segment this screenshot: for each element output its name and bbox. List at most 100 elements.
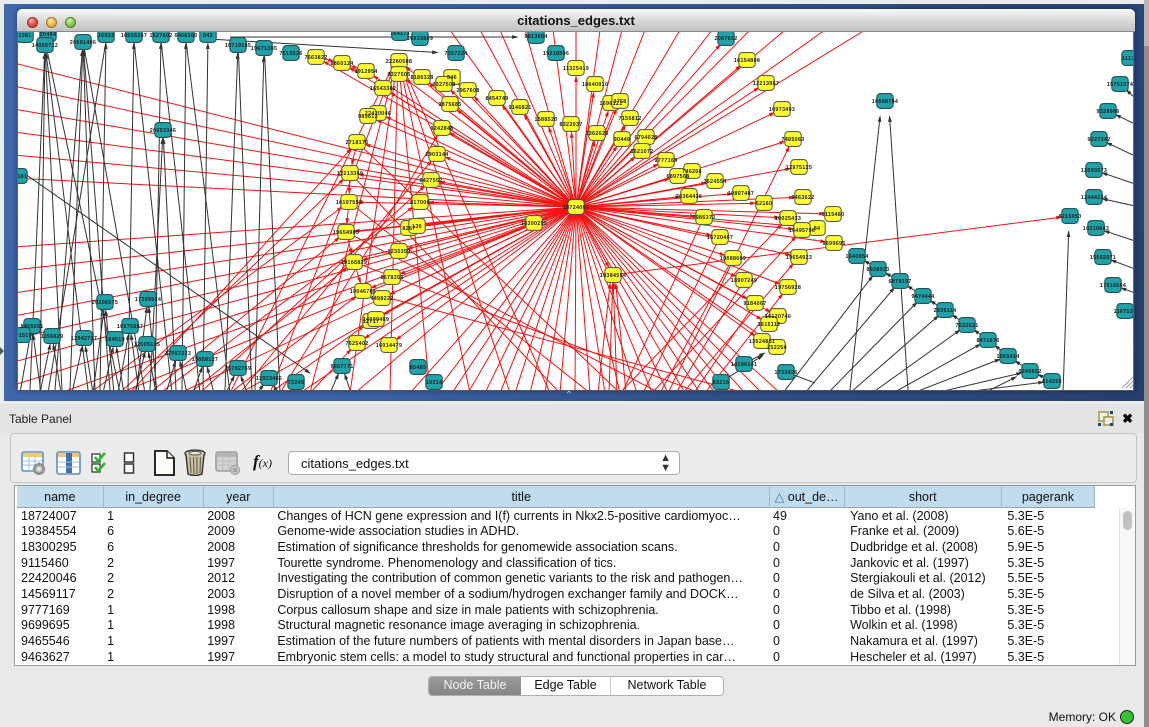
svg-text:17957223: 17957223 bbox=[165, 351, 191, 357]
svg-text:22260588: 22260588 bbox=[386, 59, 412, 65]
svg-text:20206575: 20206575 bbox=[92, 300, 118, 306]
svg-text:1588520: 1588520 bbox=[534, 117, 557, 123]
svg-text:16495796: 16495796 bbox=[789, 228, 815, 234]
svg-text:8860124: 8860124 bbox=[330, 61, 353, 67]
svg-text:16154808: 16154808 bbox=[734, 58, 760, 64]
svg-text:12213967: 12213967 bbox=[753, 81, 779, 87]
svg-text:8186328: 8186328 bbox=[410, 75, 433, 81]
svg-text:16782759: 16782759 bbox=[225, 366, 251, 372]
svg-text:19756928: 19756928 bbox=[775, 285, 801, 291]
svg-text:19958127: 19958127 bbox=[192, 357, 218, 363]
svg-text:164519: 164519 bbox=[105, 337, 125, 343]
svg-text:9242848: 9242848 bbox=[430, 126, 453, 132]
svg-text:18640910: 18640910 bbox=[582, 82, 608, 88]
svg-text:16120746: 16120746 bbox=[765, 314, 791, 320]
svg-text:2087652: 2087652 bbox=[714, 36, 737, 42]
svg-text:12942737: 12942737 bbox=[71, 336, 97, 342]
svg-text:7515526: 7515526 bbox=[279, 51, 302, 57]
svg-text:17359924: 17359924 bbox=[135, 297, 161, 303]
svg-text:8912954: 8912954 bbox=[354, 69, 377, 75]
svg-text:12213369: 12213369 bbox=[337, 171, 363, 177]
svg-text:1621072: 1621072 bbox=[630, 149, 653, 155]
svg-text:2903144: 2903144 bbox=[425, 152, 448, 158]
svg-text:9474444: 9474444 bbox=[911, 294, 934, 300]
svg-text:12975125: 12975125 bbox=[786, 165, 812, 171]
svg-text:14055712: 14055712 bbox=[32, 43, 58, 49]
svg-text:4498222: 4498222 bbox=[370, 296, 393, 302]
svg-text:8454749: 8454749 bbox=[485, 96, 508, 102]
svg-text:1156829: 1156829 bbox=[41, 334, 64, 340]
svg-text:9657771: 9657771 bbox=[330, 364, 353, 370]
svg-text:130: 130 bbox=[412, 224, 422, 230]
svg-text:8322037: 8322037 bbox=[559, 122, 582, 128]
svg-text:16033809: 16033809 bbox=[407, 36, 433, 42]
svg-text:15720407: 15720407 bbox=[707, 235, 733, 241]
svg-text:6466160: 6466160 bbox=[174, 33, 197, 39]
svg-text:11174: 11174 bbox=[1122, 56, 1134, 62]
svg-text:18907249: 18907249 bbox=[731, 278, 757, 284]
svg-text:19214: 19214 bbox=[426, 380, 443, 386]
svg-text:7625402: 7625402 bbox=[345, 341, 368, 347]
svg-text:19384554: 19384554 bbox=[600, 273, 626, 279]
svg-text:7986372: 7986372 bbox=[692, 215, 715, 221]
svg-text:9184067: 9184067 bbox=[743, 301, 766, 307]
svg-text:3624554: 3624554 bbox=[703, 179, 726, 185]
svg-text:20053346: 20053346 bbox=[150, 128, 176, 134]
svg-text:843: 843 bbox=[203, 33, 213, 39]
svg-text:20181: 20181 bbox=[18, 174, 27, 180]
svg-text:85485: 85485 bbox=[410, 365, 427, 371]
svg-text:1733426: 1733426 bbox=[774, 370, 797, 376]
svg-text:10719185: 10719185 bbox=[225, 43, 251, 49]
svg-text:1065414: 1065414 bbox=[996, 354, 1019, 360]
svg-text:12444154: 12444154 bbox=[1081, 195, 1107, 201]
svg-text:7632621: 7632621 bbox=[955, 323, 978, 329]
svg-text:6879197: 6879197 bbox=[888, 279, 911, 285]
svg-text:9699695: 9699695 bbox=[822, 241, 845, 247]
svg-text:15692971: 15692971 bbox=[1090, 255, 1116, 261]
svg-text:16914479: 16914479 bbox=[376, 343, 402, 349]
svg-text:20691406: 20691406 bbox=[70, 40, 96, 46]
svg-text:1640954: 1640954 bbox=[845, 254, 868, 260]
svg-text:1235359: 1235359 bbox=[387, 249, 410, 255]
svg-text:252254: 252254 bbox=[767, 345, 787, 351]
svg-text:1615112: 1615112 bbox=[758, 322, 781, 328]
svg-text:19671385: 19671385 bbox=[251, 46, 277, 52]
svg-text:10046786: 10046786 bbox=[350, 289, 376, 295]
svg-text:19218506: 19218506 bbox=[543, 51, 569, 57]
svg-text:19654923: 19654923 bbox=[786, 255, 812, 261]
svg-text:546: 546 bbox=[447, 75, 457, 81]
svg-text:814255: 814255 bbox=[1042, 379, 1062, 385]
svg-text:12505135: 12505135 bbox=[134, 342, 160, 348]
svg-text:1527602: 1527602 bbox=[149, 33, 172, 39]
svg-text:8471676: 8471676 bbox=[976, 338, 999, 344]
svg-text:14099489: 14099489 bbox=[363, 317, 389, 323]
svg-text:9329966: 9329966 bbox=[1096, 109, 1119, 115]
svg-text:16648784: 16648784 bbox=[872, 99, 898, 105]
svg-text:10975887: 10975887 bbox=[117, 324, 143, 330]
svg-text:20494: 20494 bbox=[40, 32, 57, 38]
svg-text:19654985: 19654985 bbox=[333, 230, 359, 236]
svg-text:19166829: 19166829 bbox=[341, 260, 367, 266]
svg-text:9146821: 9146821 bbox=[508, 105, 531, 111]
svg-text:10688609: 10688609 bbox=[720, 256, 746, 262]
svg-text:7155812: 7155812 bbox=[618, 116, 641, 122]
svg-text:73245: 73245 bbox=[288, 380, 305, 386]
svg-text:8427552: 8427552 bbox=[419, 178, 442, 184]
svg-text:6897568: 6897568 bbox=[666, 174, 689, 180]
svg-text:10210643: 10210643 bbox=[1083, 226, 1109, 232]
svg-text:10807487: 10807487 bbox=[728, 191, 754, 197]
svg-text:989612: 989612 bbox=[358, 114, 378, 120]
svg-text:3758: 3758 bbox=[613, 99, 626, 105]
svg-text:2967608: 2967608 bbox=[456, 88, 479, 94]
svg-text:1167533: 1167533 bbox=[1114, 309, 1134, 315]
svg-text:12923466: 12923466 bbox=[256, 376, 282, 382]
svg-text:15751074: 15751074 bbox=[1107, 82, 1133, 88]
svg-text:1362625: 1362625 bbox=[585, 131, 608, 137]
svg-text:12093573: 12093573 bbox=[1081, 168, 1107, 174]
svg-text:9227342: 9227342 bbox=[1087, 137, 1110, 143]
svg-text:7663822: 7663822 bbox=[304, 55, 327, 61]
svg-text:8455051: 8455051 bbox=[20, 324, 43, 330]
svg-text:991519: 991519 bbox=[18, 333, 32, 339]
svg-text:164173: 164173 bbox=[390, 32, 410, 37]
svg-text:6794028: 6794028 bbox=[634, 135, 657, 141]
